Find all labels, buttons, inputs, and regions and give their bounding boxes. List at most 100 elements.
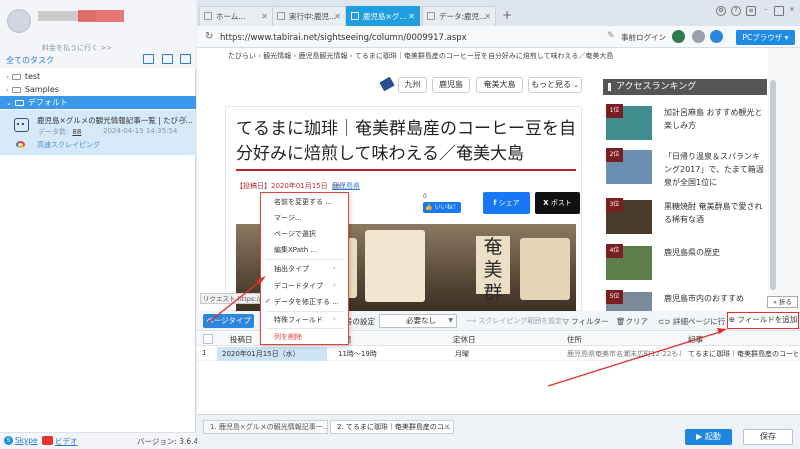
- tab-kagoshima[interactable]: 鹿児島×グ... ✕: [346, 6, 420, 26]
- help-icon[interactable]: ?: [731, 6, 741, 16]
- tab-running[interactable]: 実行中:鹿児... ✕: [272, 6, 346, 26]
- menu-item-modify-data[interactable]: データを修正する ...: [274, 297, 339, 307]
- article-title[interactable]: てるまに珈琲｜奄美群島産のコーヒー豆を自分好みに焙煎して味わえる／奄美大島: [236, 117, 576, 167]
- menu-item-edit-xpath[interactable]: 編集XPath ...: [274, 245, 317, 255]
- region-link[interactable]: 鹿児島県: [332, 181, 360, 191]
- link-icon: ⊂⊃: [658, 317, 673, 326]
- close-icon[interactable]: ✕: [444, 421, 450, 433]
- like-button[interactable]: 👍 いいね！: [423, 202, 461, 213]
- detail-page-button[interactable]: ⊂⊃ 詳細ページに行く: [658, 316, 733, 327]
- menu-item-extract-type[interactable]: 抽出タイプ: [274, 264, 309, 274]
- menu-item-special-field[interactable]: 特殊フィールド: [274, 315, 323, 325]
- close-icon[interactable]: ✕: [408, 7, 415, 26]
- tab-data[interactable]: データ:鹿児... ✕: [422, 6, 496, 26]
- double-chevron-icon: »: [772, 298, 777, 306]
- tree-item-default[interactable]: ⌄ デフォルト: [0, 96, 196, 109]
- avatar[interactable]: [7, 9, 31, 33]
- chip-amami[interactable]: 奄美大島: [476, 77, 523, 93]
- cloud-icon: [16, 141, 25, 148]
- video-link[interactable]: ビデオ: [55, 436, 78, 447]
- facebook-share-button[interactable]: f シェア: [483, 192, 530, 214]
- reload-icon[interactable]: ↻: [205, 31, 213, 42]
- maximize-icon[interactable]: [774, 6, 784, 16]
- column-header[interactable]: 投稿日: [230, 334, 253, 345]
- breadcrumb-item[interactable]: たびらい: [228, 52, 256, 60]
- column-header[interactable]: 住所: [567, 334, 582, 345]
- folder-icon: [11, 73, 21, 80]
- x-post-button[interactable]: X ポスト: [535, 192, 580, 214]
- ranking-title[interactable]: 鹿児島県の歴史: [664, 246, 764, 259]
- menu-item-rename[interactable]: 名前を変更する ...: [274, 197, 332, 207]
- table-cell[interactable]: 月曜: [455, 349, 560, 359]
- edit-icon[interactable]: ✎: [607, 31, 615, 41]
- table-cell[interactable]: てるまに珈琲｜奄美群島産のコーヒ...: [688, 349, 798, 359]
- breadcrumb-item[interactable]: 鹿児島観光情報: [299, 52, 348, 60]
- save-button[interactable]: 保存: [743, 429, 793, 445]
- menu-item-merge[interactable]: マージ...: [274, 213, 302, 223]
- close-icon[interactable]: ✕: [334, 7, 341, 26]
- menu-item-decode-type[interactable]: デコードタイプ: [274, 281, 323, 291]
- url-input[interactable]: [220, 30, 602, 45]
- scrape-range-button[interactable]: ⟶ スクレイピング範囲を設定: [466, 316, 562, 326]
- trash-icon: 🗑: [616, 317, 626, 326]
- ranking-title[interactable]: 鹿児島市内のおすすめ: [664, 292, 764, 303]
- chip-kyushu[interactable]: 九州: [398, 77, 427, 93]
- filter-button[interactable]: ▽ フィルター: [563, 316, 609, 327]
- add-tab-icon[interactable]: +: [502, 8, 512, 22]
- task-name[interactable]: 鹿児島×グルメの観光情報記事一覧 | たびら...: [37, 115, 193, 126]
- sync-icon[interactable]: [710, 30, 723, 43]
- manage-icon[interactable]: [180, 54, 191, 64]
- select-all-checkbox[interactable]: [203, 334, 213, 344]
- column-header[interactable]: 定休日: [453, 334, 476, 345]
- chip-more[interactable]: もっと見る ⌄: [528, 77, 582, 93]
- task-speed-mode[interactable]: 高速スクレイピング: [37, 140, 100, 150]
- minimize-icon[interactable]: –: [761, 6, 771, 16]
- range-icon: ⟶: [466, 317, 479, 325]
- run-button[interactable]: ▶ 起動: [685, 429, 732, 445]
- breadcrumb-item: てるまに珈琲｜奄美群島産のコーヒー豆を自分好みに焙煎して味わえる／奄美大島: [354, 52, 614, 60]
- pre-login-link[interactable]: 事前ログイン: [621, 32, 666, 43]
- table-cell[interactable]: 鹿児島県奄美市名瀬末広町12-22もと...: [567, 349, 681, 359]
- table-cell[interactable]: 11時～19時: [338, 349, 448, 359]
- ranking-title[interactable]: 「日帰り温泉＆スパランキング2017」で、たまて箱温泉が全国1位に: [664, 150, 764, 189]
- close-icon[interactable]: ✕: [180, 115, 188, 125]
- page-type-button[interactable]: ページタイプ: [203, 314, 254, 328]
- tree-item-samples[interactable]: › Samples: [0, 83, 196, 96]
- column-header[interactable]: 記事: [688, 334, 703, 345]
- menu-divider: [266, 311, 344, 312]
- import-icon[interactable]: [143, 54, 154, 64]
- tree-item-test[interactable]: › test: [0, 70, 196, 83]
- step-tab-1[interactable]: 1. 鹿児島×グルメの観光情報記事一...: [203, 420, 328, 434]
- count-link[interactable]: 88: [72, 128, 81, 136]
- proxy-icon[interactable]: [692, 30, 705, 43]
- field-setting-select[interactable]: 必要なし ▼: [379, 314, 457, 328]
- share-label: シェア: [498, 199, 520, 207]
- tab-label: データ:鹿児...: [439, 12, 487, 21]
- pc-browser-button[interactable]: PCブラウザ ▾: [736, 30, 795, 45]
- menu-item-delete-column[interactable]: 列を削除: [274, 332, 302, 342]
- chip-kagoshima[interactable]: 鹿児島: [432, 77, 470, 93]
- close-icon[interactable]: ✕: [261, 7, 268, 26]
- close-icon[interactable]: ✕: [484, 7, 491, 26]
- add-field-button[interactable]: ⊕ フィールドを追加: [727, 312, 799, 329]
- scrollbar-thumb[interactable]: [770, 80, 776, 290]
- video-icon[interactable]: [42, 436, 53, 445]
- menu-item-select-in-page[interactable]: ページで選択: [274, 229, 316, 239]
- clear-label: クリア: [625, 317, 649, 326]
- close-window-icon[interactable]: ✕: [787, 6, 797, 16]
- skype-link[interactable]: Skype: [15, 436, 38, 445]
- ranking-title[interactable]: 加計呂麻島 おすすめ観光と楽しみ方: [664, 106, 764, 132]
- task-data-count: データ数: 88: [38, 127, 81, 137]
- ranking-title[interactable]: 黒糖焼酎 奄美群島で愛される稀有な酒: [664, 200, 764, 226]
- skype-icon[interactable]: S: [4, 436, 13, 445]
- new-folder-icon[interactable]: [162, 54, 173, 64]
- clear-button[interactable]: 🗑クリア: [616, 316, 648, 327]
- breadcrumb-item[interactable]: 観光情報: [263, 52, 291, 60]
- settings-icon[interactable]: ⚙: [716, 6, 726, 16]
- extension-icon[interactable]: [672, 30, 685, 43]
- collapse-button[interactable]: » 折る: [767, 296, 798, 308]
- table-cell[interactable]: 2020年01月15日（水）: [222, 349, 326, 359]
- step-tab-2[interactable]: 2. てるまに珈琲｜奄美群島産のコ... ✕: [330, 420, 454, 434]
- menu-icon[interactable]: ≡: [746, 6, 756, 16]
- tab-home[interactable]: ホーム... ✕: [199, 6, 273, 26]
